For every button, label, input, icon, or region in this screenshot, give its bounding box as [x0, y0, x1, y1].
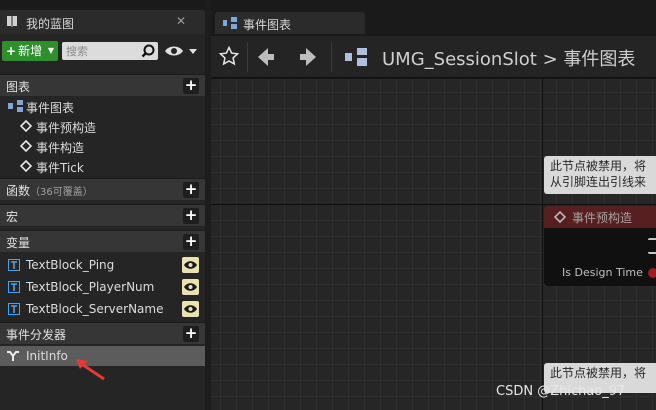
- divider: [331, 42, 332, 72]
- comment-line: 此节点被禁用，将: [550, 159, 647, 173]
- visibility-eye-icon[interactable]: [182, 301, 199, 317]
- event-graph-icon: [223, 17, 237, 29]
- event-item-preconstruct[interactable]: 事件预构造: [0, 116, 205, 136]
- annotation-arrow: [76, 359, 105, 381]
- book-icon: [7, 16, 17, 27]
- visibility-eye-icon[interactable]: [182, 279, 199, 295]
- section-functions[interactable]: 函数（36可覆盖） +: [0, 178, 205, 200]
- variable-label: TextBlock_Ping: [26, 258, 115, 272]
- event-item-tick[interactable]: 事件Tick: [0, 156, 205, 176]
- visibility-eye-icon[interactable]: [182, 257, 199, 273]
- section-graphs-label: 图表: [6, 80, 31, 94]
- tab-label: 事件图表: [243, 18, 292, 32]
- override-count: （36可覆盖）: [30, 187, 93, 198]
- event-diamond-icon: [20, 160, 32, 172]
- close-icon[interactable]: ✕: [176, 14, 186, 28]
- forward-arrow-icon[interactable]: [299, 47, 317, 67]
- pin-label: Is Design Time: [562, 266, 643, 279]
- search-box: [62, 42, 158, 60]
- search-input[interactable]: [62, 42, 140, 60]
- add-new-button[interactable]: + 新增 ▼: [2, 41, 58, 61]
- variable-label: TextBlock_ServerName: [26, 302, 164, 316]
- favorite-star-icon[interactable]: [219, 46, 239, 66]
- comment-line: 此节点被禁用，将: [550, 366, 647, 380]
- breadcrumb-blueprint[interactable]: UMG_SessionSlot: [382, 49, 537, 70]
- graph-tab-bar: 事件图表: [211, 0, 656, 36]
- event-diamond-icon: [20, 140, 32, 152]
- event-graph-label: 事件图表: [26, 101, 75, 115]
- variable-item[interactable]: TextBlock_PlayerNum: [0, 277, 205, 297]
- divider: [247, 42, 248, 72]
- bool-output-pin[interactable]: [648, 268, 656, 278]
- section-event-dispatchers[interactable]: 事件分发器 +: [0, 322, 205, 344]
- variable-item[interactable]: TextBlock_ServerName: [0, 299, 205, 319]
- variable-label: TextBlock_PlayerNum: [26, 280, 155, 294]
- tab-label: 我的蓝图: [26, 17, 75, 31]
- section-dispatchers-label: 事件分发器: [6, 328, 67, 342]
- variable-item[interactable]: TextBlock_Ping: [0, 255, 205, 275]
- blueprint-graph-icon: [345, 48, 367, 66]
- breadcrumb-separator: >: [542, 49, 558, 70]
- plus-icon: +: [6, 44, 17, 58]
- section-variables[interactable]: 变量 +: [0, 230, 205, 252]
- breadcrumb: UMG_SessionSlot > 事件图表: [382, 45, 635, 71]
- event-label: 事件Tick: [36, 161, 84, 175]
- exec-output-pin[interactable]: [648, 238, 656, 254]
- panel-toolbar: + 新增 ▼: [0, 38, 205, 64]
- tab-my-blueprint[interactable]: 我的蓝图 ✕: [0, 10, 205, 34]
- event-diamond-icon: [554, 211, 566, 223]
- event-label: 事件预构造: [36, 121, 97, 135]
- back-arrow-icon[interactable]: [257, 47, 275, 67]
- my-blueprint-panel: 我的蓝图 ✕ +新增 ▼ 图表 + 事件图表: [0, 0, 205, 410]
- event-graph-icon: [8, 100, 23, 112]
- event-preconstruct-node[interactable]: 事件预构造 Is Design Time: [544, 206, 656, 286]
- section-functions-label: 函数（36可覆盖）: [6, 184, 93, 198]
- add-new-label: 新增: [18, 44, 43, 58]
- top-strip: [0, 0, 205, 10]
- watermark: CSDN @Zhichao_97: [496, 384, 626, 399]
- add-variable-button[interactable]: +: [183, 234, 199, 250]
- event-label: 事件构造: [36, 141, 85, 155]
- node-title: 事件预构造: [572, 211, 633, 225]
- section-macros-label: 宏: [6, 210, 19, 224]
- text-block-icon: [8, 281, 20, 293]
- event-diamond-icon: [20, 120, 32, 132]
- disabled-node-comment: 此节点被禁用，将 从引脚连出引线来: [544, 156, 656, 194]
- section-variables-label: 变量: [6, 236, 31, 250]
- caret-down-icon: ▼: [47, 46, 54, 55]
- text-block-icon: [8, 303, 20, 315]
- breadcrumb-graph[interactable]: 事件图表: [563, 49, 635, 70]
- event-graph-item[interactable]: 事件图表: [0, 96, 205, 116]
- node-header[interactable]: 事件预构造: [544, 206, 656, 228]
- text-block-icon: [8, 259, 20, 271]
- tab-event-graph[interactable]: 事件图表: [215, 12, 365, 34]
- add-dispatcher-button[interactable]: +: [183, 326, 199, 342]
- add-macro-button[interactable]: +: [183, 208, 199, 224]
- section-graphs[interactable]: 图表 +: [0, 74, 205, 96]
- add-function-button[interactable]: +: [183, 182, 199, 198]
- dispatcher-icon: [7, 351, 19, 361]
- search-icon[interactable]: [141, 44, 155, 58]
- add-graph-button[interactable]: +: [183, 78, 199, 94]
- dispatcher-label: InitInfo: [26, 349, 68, 363]
- graph-nav-bar: UMG_SessionSlot > 事件图表: [211, 36, 656, 78]
- comment-line: 从引脚连出引线来: [550, 175, 647, 189]
- section-macros[interactable]: 宏 +: [0, 204, 205, 226]
- event-item-construct[interactable]: 事件构造: [0, 136, 205, 156]
- view-options-eye-icon[interactable]: [163, 43, 199, 59]
